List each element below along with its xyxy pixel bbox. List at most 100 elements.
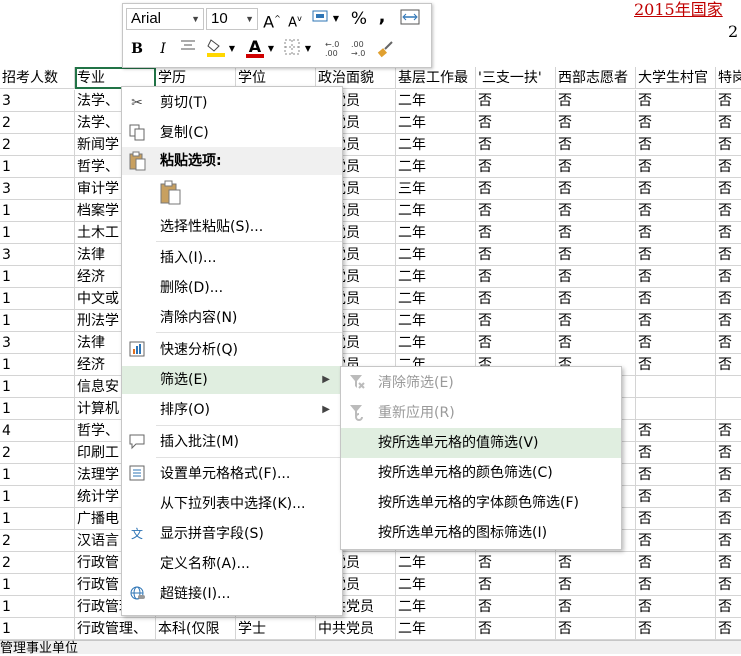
table-cell[interactable]: 否 [716,178,741,200]
menu-item-clear-contents[interactable]: 清除内容(N) [122,304,342,332]
table-cell[interactable]: 3 [0,178,75,200]
table-cell[interactable] [716,398,741,420]
grow-font-button[interactable]: A^ [261,8,283,31]
table-cell[interactable]: 否 [476,552,556,574]
table-cell[interactable]: 否 [556,266,636,288]
header-cell[interactable]: 特岗 [716,67,741,89]
table-cell[interactable]: 二年 [396,156,476,178]
table-cell[interactable]: 否 [556,156,636,178]
table-cell[interactable]: 1 [0,310,75,332]
submenu-item-filter-by-font-color[interactable]: 按所选单元格的字体颜色筛选(F) [341,488,621,518]
borders-button[interactable] [281,38,303,60]
table-cell[interactable]: 否 [476,310,556,332]
comma-button[interactable]: , [371,6,393,28]
table-cell[interactable]: 否 [636,442,716,464]
table-cell[interactable]: 否 [556,244,636,266]
table-cell[interactable]: 1 [0,464,75,486]
table-cell[interactable]: 否 [716,288,741,310]
table-cell[interactable]: 二年 [396,596,476,618]
table-cell[interactable]: 否 [716,574,741,596]
table-cell[interactable]: 否 [636,332,716,354]
paste-button[interactable] [158,179,186,207]
header-cell[interactable]: '三支一扶' [476,67,556,89]
table-cell[interactable]: 否 [716,508,741,530]
chevron-down-icon[interactable]: ▼ [303,38,313,60]
table-cell[interactable]: 否 [476,244,556,266]
table-cell[interactable]: 否 [476,222,556,244]
table-cell[interactable]: 否 [716,90,741,112]
table-cell[interactable]: 二年 [396,112,476,134]
table-cell[interactable]: 二年 [396,288,476,310]
table-cell[interactable]: 否 [476,134,556,156]
chevron-down-icon[interactable]: ▼ [266,38,276,60]
table-cell[interactable]: 否 [636,618,716,640]
table-cell[interactable]: 否 [476,618,556,640]
menu-item-copy[interactable]: 复制(C) [122,119,342,147]
format-painter-button[interactable] [375,38,397,60]
table-cell[interactable]: 二年 [396,618,476,640]
menu-item-paste-special[interactable]: 选择性粘贴(S)... [122,213,342,241]
table-cell[interactable]: 否 [476,156,556,178]
table-cell[interactable]: 否 [556,574,636,596]
table-cell[interactable]: 否 [636,420,716,442]
table-cell[interactable]: 否 [636,552,716,574]
table-cell[interactable]: 二年 [396,134,476,156]
table-cell[interactable]: 否 [476,596,556,618]
menu-item-define-name[interactable]: 定义名称(A)... [122,550,342,578]
table-cell[interactable]: 1 [0,486,75,508]
table-cell[interactable]: 1 [0,376,75,398]
chevron-down-icon[interactable]: ▼ [330,8,342,30]
sheet-tab[interactable]: 管理事业单位 [0,637,78,656]
table-cell[interactable]: 否 [636,596,716,618]
table-cell[interactable]: 否 [716,332,741,354]
percent-button[interactable]: % [348,8,370,30]
submenu-item-filter-by-color[interactable]: 按所选单元格的颜色筛选(C) [341,458,621,488]
table-cell[interactable]: 否 [636,530,716,552]
table-cell[interactable]: 否 [556,332,636,354]
menu-item-format-cells[interactable]: 设置单元格格式(F)... [122,460,342,488]
table-cell[interactable]: 否 [636,464,716,486]
table-cell[interactable]: 否 [636,574,716,596]
table-cell[interactable]: 否 [556,178,636,200]
table-cell[interactable]: 否 [716,266,741,288]
table-cell[interactable]: 二年 [396,222,476,244]
table-cell[interactable]: 否 [636,508,716,530]
font-size-combo[interactable]: 10 ▼ [206,8,258,30]
table-cell[interactable]: 否 [556,552,636,574]
table-cell[interactable]: 3 [0,90,75,112]
table-cell[interactable]: 否 [636,266,716,288]
submenu-item-filter-by-value[interactable]: 按所选单元格的值筛选(V) [341,428,621,458]
table-cell[interactable]: 否 [636,244,716,266]
fill-color-button[interactable] [205,38,227,60]
table-cell[interactable]: 否 [716,552,741,574]
table-cell[interactable]: 否 [476,112,556,134]
table-cell[interactable]: 1 [0,596,75,618]
table-cell[interactable]: 否 [636,288,716,310]
table-cell[interactable]: 否 [716,200,741,222]
table-cell[interactable]: 二年 [396,574,476,596]
table-cell[interactable]: 否 [716,596,741,618]
table-cell[interactable]: 否 [636,200,716,222]
table-cell[interactable]: 1 [0,266,75,288]
table-cell[interactable]: 否 [556,134,636,156]
table-cell[interactable]: 1 [0,574,75,596]
table-cell[interactable]: 3 [0,332,75,354]
merge-center-button[interactable] [399,8,421,30]
table-cell[interactable] [716,376,741,398]
table-cell[interactable]: 否 [476,574,556,596]
table-cell[interactable]: 否 [556,112,636,134]
table-cell[interactable]: 二年 [396,310,476,332]
table-cell[interactable]: 否 [716,420,741,442]
table-cell[interactable]: 二年 [396,332,476,354]
table-cell[interactable]: 否 [556,310,636,332]
table-cell[interactable]: 2 [0,134,75,156]
table-cell[interactable]: 1 [0,200,75,222]
table-cell[interactable]: 三年 [396,178,476,200]
table-cell[interactable]: 4 [0,420,75,442]
table-cell[interactable]: 1 [0,354,75,376]
menu-item-cut[interactable]: ✂ 剪切(T) [122,89,342,117]
italic-button[interactable]: I [152,38,174,60]
menu-item-sort[interactable]: 排序(O) ▶ [122,396,342,424]
table-cell[interactable]: 否 [476,332,556,354]
table-cell[interactable]: 二年 [396,90,476,112]
